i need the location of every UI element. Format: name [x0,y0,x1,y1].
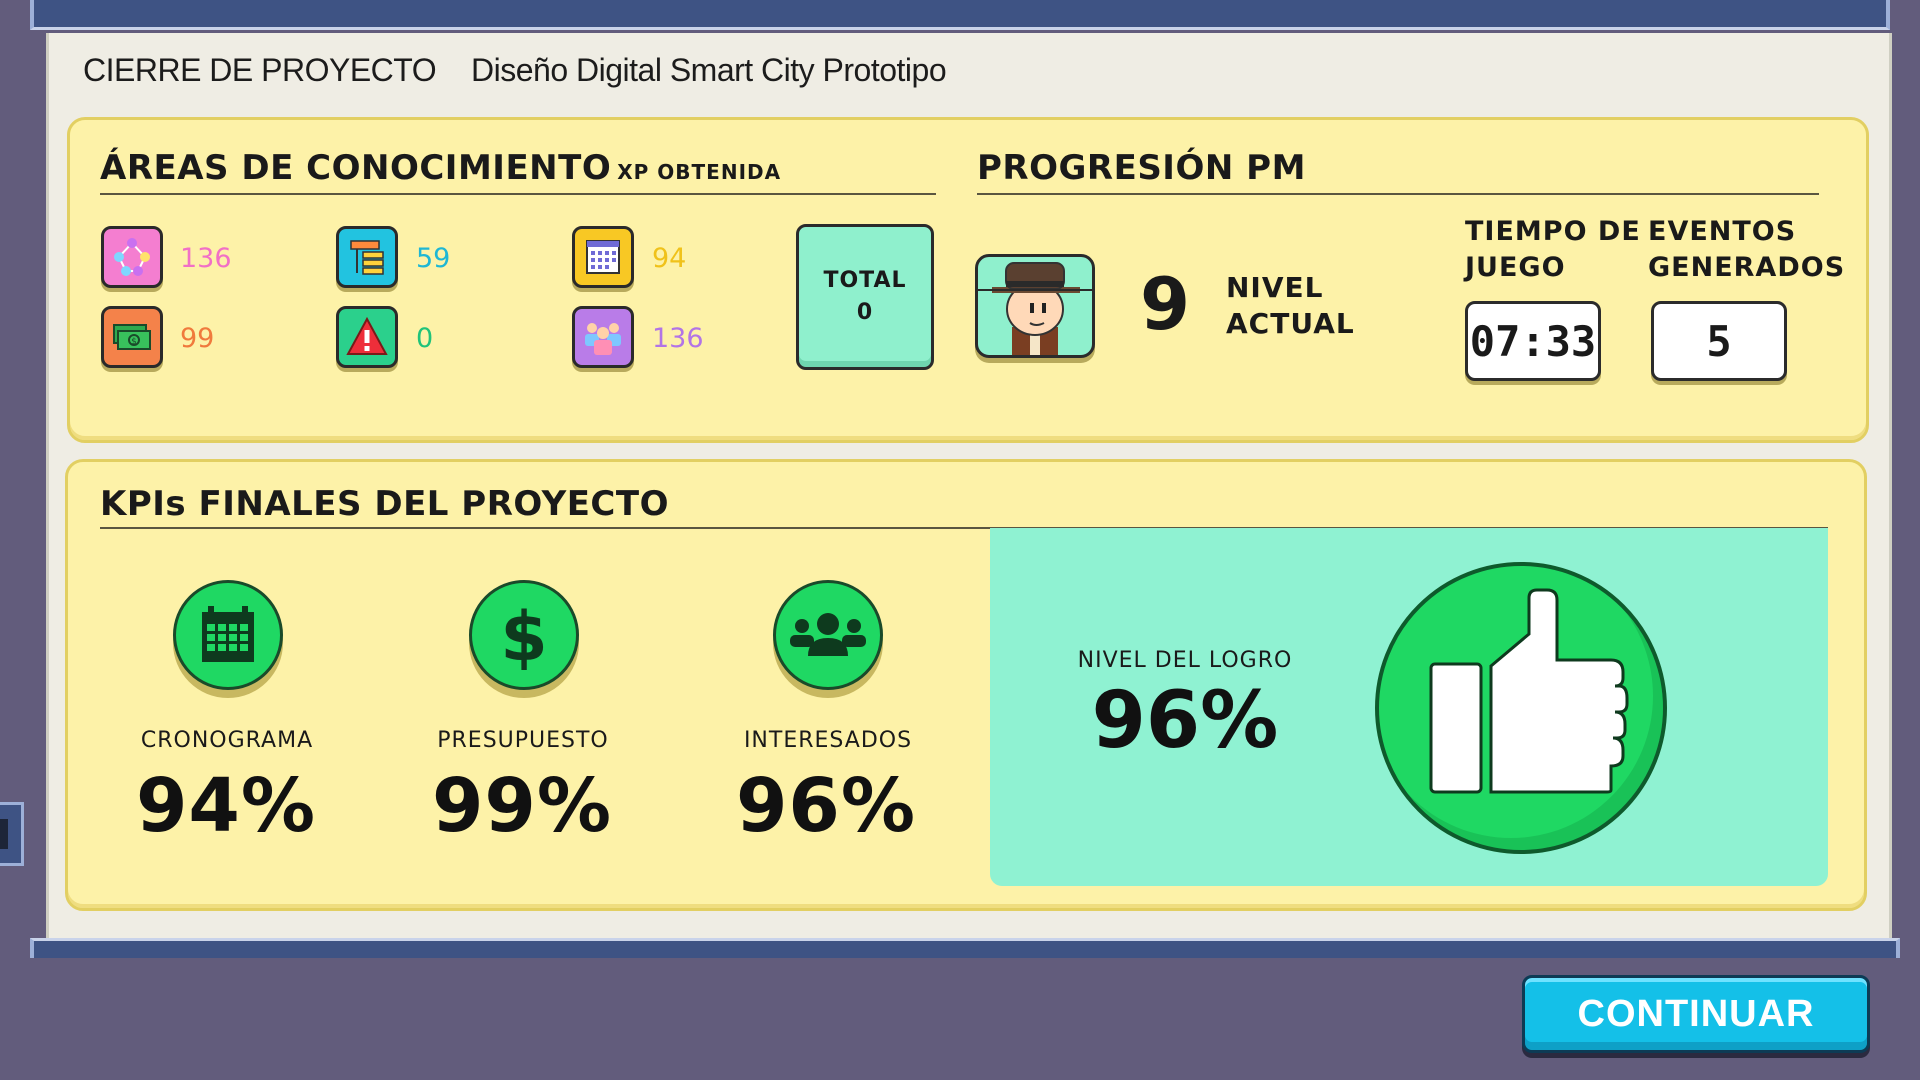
cost-money-icon: $ [101,306,163,368]
xp-scope-value: 59 [416,243,451,274]
svg-text:$: $ [131,337,137,347]
kpi-stakeholders-label: INTERESADOS [743,728,913,753]
project-name: Diseño Digital Smart City Prototipo [471,52,947,88]
calendar-icon [173,580,283,690]
events-label-line1: EVENTOS [1648,216,1797,247]
people-icon [773,580,883,690]
kpi-budget-label: PRESUPUESTO [437,728,609,753]
window-frame-top [30,0,1890,30]
xp-subtitle: XP OBTENIDA [617,160,782,184]
achievement-label: NIVEL DEL LOGRO [1077,648,1293,673]
thumbs-up-icon [1375,562,1667,854]
continue-button[interactable]: CONTINUAR [1522,975,1870,1053]
schedule-calendar-icon [572,226,634,288]
divider [977,193,1819,195]
total-label: TOTAL [823,268,907,293]
kpi-title: KPIs FINALES DEL PROYECTO [100,484,669,524]
divider [100,193,936,195]
svg-text:$: $ [500,600,547,670]
xp-risk-value: 0 [416,323,434,354]
kpi-stakeholders-value: 96% [735,763,917,849]
events-label-line2: GENERADOS [1648,252,1846,283]
kpi-budget-value: 99% [431,763,613,849]
xp-total-box: TOTAL 0 [796,224,934,370]
kpi-schedule-label: CRONOGRAMA [140,728,314,753]
events-value: 5 [1651,301,1787,381]
total-value: 0 [856,300,874,325]
kpi-schedule-value: 94% [135,763,317,849]
page-title: CIERRE DE PROYECTO [83,52,437,88]
scope-wbs-icon [336,226,398,288]
time-label-line2: JUEGO [1465,252,1566,283]
xp-integration-value: 136 [180,243,232,274]
time-label-line1: TIEMPO DE [1465,216,1641,247]
xp-cost-value: 99 [180,323,215,354]
events-label: EVENTOS GENERADOS [1648,214,1845,286]
stakeholders-people-icon [572,306,634,368]
knowledge-areas-title: ÁREAS DE CONOCIMIENTO XP OBTENIDA [100,148,781,188]
knowledge-areas-title-text: ÁREAS DE CONOCIMIENTO [100,148,612,188]
play-time-label: TIEMPO DE JUEGO [1465,214,1641,286]
play-time-value: 07:33 [1465,301,1601,381]
current-level-label: NIVEL ACTUAL [1226,270,1355,342]
explorer-avatar-icon [975,254,1095,358]
level-label-line1: NIVEL [1226,271,1324,304]
current-level-value: 9 [1140,262,1191,346]
side-handle[interactable] [0,802,24,866]
level-label-line2: ACTUAL [1226,307,1355,340]
progression-title: PROGRESIÓN PM [977,148,1306,188]
xp-schedule-value: 94 [652,243,687,274]
integration-network-icon [101,226,163,288]
risk-warning-icon [336,306,398,368]
window-frame-bottom [30,938,1900,958]
achievement-value: 96% [1091,676,1279,766]
xp-stakeholders-value: 136 [652,323,704,354]
dollar-icon: $ [469,580,579,690]
